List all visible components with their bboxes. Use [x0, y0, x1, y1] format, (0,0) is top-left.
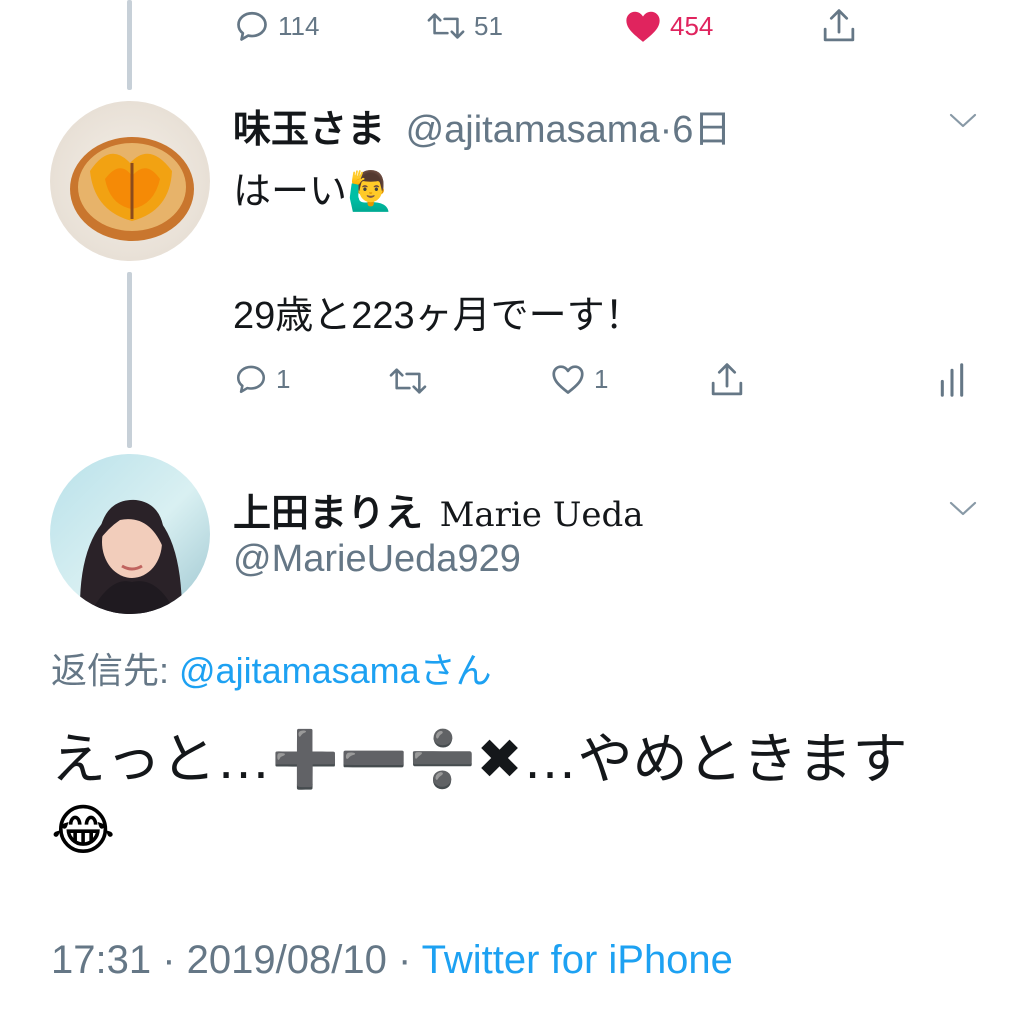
share-icon: [823, 9, 855, 42]
tweet-timestamp-row: 17:31 · 2019/08/10 · Twitter for iPhone: [51, 938, 733, 983]
tweet-time[interactable]: 6日: [672, 109, 731, 151]
tweet2-body-line2: 😂: [51, 799, 116, 861]
tweet1-menu[interactable]: [948, 110, 978, 135]
reply-icon: [236, 365, 266, 394]
profile-photo: [79, 499, 182, 614]
heart-icon: [626, 11, 660, 42]
egg-image: [70, 137, 194, 241]
display-name[interactable]: 味玉さま: [233, 109, 385, 151]
tweet1-text-line2: 29歳と223ヶ月でーす！: [233, 295, 643, 337]
timestamp: 17:31 · 2019/08/10 ·: [51, 938, 422, 982]
share-button[interactable]: [820, 6, 858, 46]
avatar-ajitamasama[interactable]: [50, 101, 210, 261]
heart-icon: [552, 365, 584, 394]
thread-line-middle: [127, 272, 132, 448]
reply-to-line: 返信先: @ajitamasamaさん: [51, 642, 492, 694]
avatar-marieueda929[interactable]: [50, 454, 210, 614]
separator: ·: [659, 109, 673, 151]
tweet2-display-name-row: 上田まりえ Marie Ueda: [233, 482, 644, 537]
tweet1-share-button[interactable]: [708, 360, 746, 400]
tweet1-like-button[interactable]: 1: [550, 362, 608, 396]
retweet-icon: [427, 13, 465, 39]
chevron-down-icon: [949, 113, 977, 128]
reply-count: 1: [276, 363, 291, 394]
like-count: 1: [594, 363, 609, 394]
reply-to-mention[interactable]: @ajitamasamaさん: [179, 650, 492, 691]
reply-button[interactable]: 114: [234, 8, 319, 44]
thread-line-top: [127, 0, 132, 90]
retweet-button[interactable]: 51: [426, 8, 503, 44]
reply-count: 114: [278, 10, 320, 41]
tweet1-analytics-button[interactable]: [938, 362, 966, 398]
tweet1-reply-button[interactable]: 1: [234, 362, 290, 396]
reply-prefix: 返信先:: [51, 650, 180, 691]
display-name[interactable]: 上田まりえ: [233, 493, 423, 535]
handle[interactable]: @MarieUeda929: [233, 538, 521, 581]
source-link[interactable]: Twitter for iPhone: [422, 938, 733, 982]
tweet1-text-line1: はーい🙋‍♂️: [233, 171, 395, 213]
tweet2-body-line1: えっと…➕➖➗✖…やめときます: [51, 728, 908, 790]
share-icon: [711, 363, 743, 396]
retweet-count: 51: [474, 10, 503, 41]
tweet1-retweet-button[interactable]: [388, 364, 428, 398]
chevron-down-icon: [949, 501, 977, 516]
tweet2-menu[interactable]: [948, 498, 978, 523]
display-name-latin: Marie Ueda: [439, 495, 644, 535]
tweet1-header: 味玉さま @ajitamasama·6日: [233, 98, 731, 153]
handle[interactable]: @ajitamasama: [406, 109, 660, 151]
analytics-icon: [940, 363, 964, 397]
reply-icon: [237, 11, 267, 41]
like-button[interactable]: 454: [624, 8, 713, 44]
retweet-icon: [389, 368, 427, 394]
like-count: 454: [670, 10, 714, 41]
